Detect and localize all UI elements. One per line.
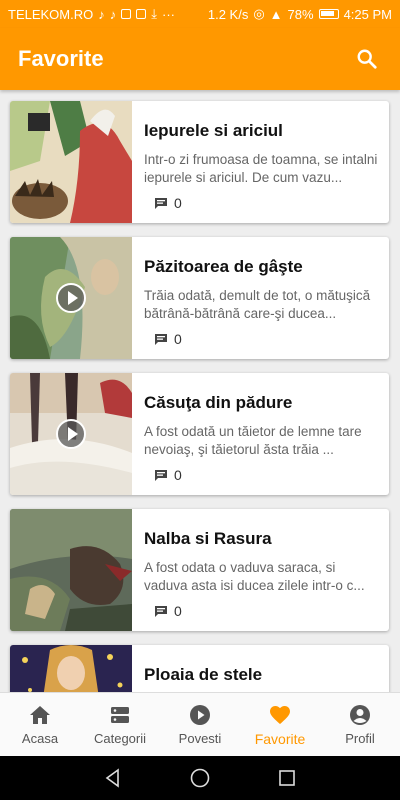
story-info: Căsuţa din pădure A fost odată un tăieto… bbox=[132, 373, 389, 495]
story-card[interactable]: Iepurele si ariciul Intr-o zi frumoasa d… bbox=[10, 101, 389, 223]
story-card[interactable]: Căsuţa din pădure A fost odată un tăieto… bbox=[10, 373, 389, 495]
status-bar: TELEKOM.RO ♪ ♪ ⤓ ··· 1.2 K/s ◎ ▲ 78% 4:2… bbox=[0, 0, 400, 28]
heart-icon bbox=[270, 705, 290, 724]
play-circle-icon bbox=[190, 705, 210, 725]
comment-icon bbox=[155, 469, 167, 481]
comment-icon bbox=[155, 605, 167, 617]
home-icon bbox=[30, 706, 50, 724]
home-circle-icon[interactable] bbox=[189, 767, 211, 789]
nav-item-profil[interactable]: Profil bbox=[320, 693, 400, 756]
nav-item-acasa[interactable]: Acasa bbox=[0, 693, 80, 756]
story-thumbnail bbox=[10, 101, 132, 223]
story-info: Iepurele si ariciul Intr-o zi frumoasa d… bbox=[132, 101, 389, 223]
clock: 4:25 PM bbox=[343, 6, 392, 22]
signal-icon: ▲ bbox=[269, 6, 283, 22]
story-thumbnail bbox=[10, 373, 132, 495]
comment-count-value: 0 bbox=[174, 195, 182, 211]
story-title: Păzitoarea de gâşte bbox=[144, 257, 303, 276]
carrier-name: TELEKOM.RO bbox=[8, 6, 94, 22]
nav-label: Acasa bbox=[21, 731, 59, 746]
comment-icon bbox=[155, 333, 167, 345]
status-bar-right: 1.2 K/s ◎ ▲ 78% 4:25 PM bbox=[208, 6, 392, 22]
battery-icon bbox=[318, 9, 339, 19]
comment-count: 0 bbox=[144, 195, 379, 211]
story-card[interactable]: Păzitoarea de gâşte Trăia odată, demult … bbox=[10, 237, 389, 359]
music-note-icon: ♪ bbox=[98, 6, 105, 22]
nav-label: Favorite bbox=[254, 730, 306, 747]
story-title: Iepurele si ariciul bbox=[144, 121, 283, 140]
comment-count: 0 bbox=[144, 467, 379, 483]
story-info: Păzitoarea de gâşte Trăia odată, demult … bbox=[132, 237, 389, 359]
nav-item-categorii[interactable]: Categorii bbox=[80, 693, 160, 756]
comment-icon bbox=[155, 197, 167, 209]
music-note-icon: ♪ bbox=[109, 6, 117, 22]
comment-count-value: 0 bbox=[174, 331, 182, 347]
network-speed: 1.2 K/s bbox=[207, 6, 249, 22]
nav-label: Povesti bbox=[178, 731, 222, 746]
story-excerpt: Trăia odată, demult de tot, o mătuşică b… bbox=[144, 288, 371, 321]
story-title: Ploaia de stele bbox=[144, 665, 263, 684]
more-icon: ··· bbox=[162, 6, 175, 22]
bottom-navigation: Acasa Categorii Povesti Favorite Profil bbox=[0, 692, 400, 756]
favorites-list[interactable]: Iepurele si ariciul Intr-o zi frumoasa d… bbox=[0, 90, 400, 692]
download-icon: ⤓ bbox=[151, 6, 157, 21]
account-icon bbox=[350, 705, 370, 725]
story-info: Nalba si Rasura A fost odata o vaduva sa… bbox=[132, 509, 389, 631]
app-bar: Favorite bbox=[0, 28, 400, 90]
battery-percent: 78% bbox=[287, 6, 314, 22]
system-navigation-bar bbox=[0, 756, 400, 800]
nav-item-povesti[interactable]: Povesti bbox=[160, 693, 240, 756]
story-title: Nalba si Rasura bbox=[144, 529, 272, 548]
story-title: Căsuţa din pădure bbox=[144, 393, 293, 412]
story-info: Ploaia de stele bbox=[132, 645, 389, 692]
story-card[interactable]: Ploaia de stele bbox=[10, 645, 389, 692]
story-excerpt: Intr-o zi frumoasa de toamna, se intalni… bbox=[144, 152, 378, 185]
story-thumbnail bbox=[10, 237, 132, 359]
comment-count-value: 0 bbox=[174, 603, 182, 619]
nav-label: Profil bbox=[345, 731, 375, 746]
image-icon bbox=[121, 9, 132, 19]
play-icon[interactable] bbox=[56, 283, 86, 313]
play-icon[interactable] bbox=[56, 419, 86, 449]
search-icon bbox=[357, 49, 377, 69]
shield-icon bbox=[136, 9, 147, 19]
nav-item-favorite[interactable]: Favorite bbox=[240, 693, 320, 756]
story-card[interactable]: Nalba si Rasura A fost odata o vaduva sa… bbox=[10, 509, 389, 631]
search-button[interactable] bbox=[352, 44, 382, 74]
story-excerpt: A fost odată un tăietor de lemne tare ne… bbox=[144, 424, 362, 457]
page-title: Favorite bbox=[18, 46, 104, 71]
comment-count: 0 bbox=[144, 603, 379, 619]
comment-count-value: 0 bbox=[174, 467, 182, 483]
story-thumbnail bbox=[10, 645, 132, 692]
nav-label: Categorii bbox=[93, 731, 147, 746]
back-icon[interactable] bbox=[103, 768, 123, 788]
recents-icon[interactable] bbox=[277, 768, 297, 788]
categories-icon bbox=[111, 707, 129, 723]
comment-count: 0 bbox=[144, 331, 379, 347]
wifi-icon: ◎ bbox=[253, 6, 265, 21]
story-excerpt: A fost odata o vaduva saraca, si vaduva … bbox=[144, 560, 365, 593]
status-bar-left: TELEKOM.RO ♪ ♪ ⤓ ··· bbox=[8, 6, 208, 22]
story-thumbnail bbox=[10, 509, 132, 631]
